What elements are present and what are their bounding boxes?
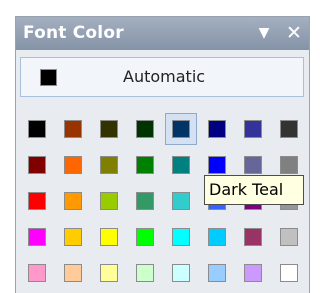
color-swatch bbox=[280, 120, 298, 138]
color-swatch bbox=[172, 228, 190, 246]
color-cell[interactable] bbox=[21, 113, 53, 145]
color-swatch bbox=[208, 156, 226, 174]
color-swatch bbox=[28, 192, 46, 210]
color-swatch bbox=[208, 228, 226, 246]
color-swatch bbox=[100, 192, 118, 210]
color-swatch bbox=[64, 156, 82, 174]
color-swatch bbox=[100, 156, 118, 174]
color-swatch bbox=[244, 120, 262, 138]
color-swatch bbox=[28, 228, 46, 246]
close-icon[interactable]: ✕ bbox=[282, 21, 306, 45]
color-cell[interactable] bbox=[237, 221, 269, 253]
color-cell[interactable] bbox=[21, 149, 53, 181]
color-swatch bbox=[136, 156, 154, 174]
color-swatch bbox=[172, 156, 190, 174]
color-cell[interactable] bbox=[273, 221, 305, 253]
color-swatch bbox=[28, 156, 46, 174]
font-color-panel: Font Color ▼ ✕ Automatic Dark Teal bbox=[15, 16, 310, 293]
automatic-label: Automatic bbox=[123, 67, 206, 86]
dropdown-arrow-icon[interactable]: ▼ bbox=[252, 21, 276, 45]
color-tooltip: Dark Teal bbox=[204, 175, 304, 205]
color-swatch bbox=[28, 120, 46, 138]
color-cell[interactable] bbox=[57, 221, 89, 253]
color-cell[interactable] bbox=[165, 257, 197, 289]
color-swatch bbox=[100, 120, 118, 138]
color-cell[interactable] bbox=[273, 257, 305, 289]
color-swatch bbox=[172, 120, 190, 138]
color-cell[interactable] bbox=[57, 185, 89, 217]
color-swatch bbox=[208, 120, 226, 138]
color-cell[interactable] bbox=[93, 221, 125, 253]
color-swatch bbox=[172, 192, 190, 210]
automatic-color-button[interactable]: Automatic bbox=[20, 57, 304, 97]
color-swatch bbox=[28, 264, 46, 282]
color-cell[interactable] bbox=[57, 257, 89, 289]
color-swatch bbox=[64, 264, 82, 282]
color-swatch bbox=[244, 228, 262, 246]
color-cell[interactable] bbox=[57, 149, 89, 181]
color-cell[interactable] bbox=[129, 257, 161, 289]
color-swatch bbox=[64, 192, 82, 210]
color-swatch bbox=[244, 156, 262, 174]
color-swatch bbox=[280, 156, 298, 174]
color-cell[interactable] bbox=[129, 149, 161, 181]
color-cell[interactable] bbox=[93, 185, 125, 217]
color-cell[interactable] bbox=[21, 257, 53, 289]
color-swatch bbox=[100, 264, 118, 282]
color-cell[interactable] bbox=[165, 221, 197, 253]
color-swatch bbox=[244, 264, 262, 282]
color-swatch bbox=[280, 228, 298, 246]
color-cell[interactable] bbox=[165, 113, 197, 145]
color-cell[interactable] bbox=[129, 185, 161, 217]
color-cell[interactable] bbox=[129, 113, 161, 145]
color-cell[interactable] bbox=[57, 113, 89, 145]
panel-title: Font Color bbox=[23, 23, 124, 43]
color-swatch bbox=[136, 228, 154, 246]
color-cell[interactable] bbox=[201, 113, 233, 145]
color-cell[interactable] bbox=[21, 185, 53, 217]
color-swatch bbox=[280, 264, 298, 282]
color-cell[interactable] bbox=[273, 113, 305, 145]
color-cell[interactable] bbox=[165, 185, 197, 217]
color-cell[interactable] bbox=[93, 149, 125, 181]
color-cell[interactable] bbox=[237, 257, 269, 289]
color-cell[interactable] bbox=[129, 221, 161, 253]
color-cell[interactable] bbox=[237, 113, 269, 145]
color-swatch bbox=[136, 120, 154, 138]
title-bar[interactable]: Font Color ▼ ✕ bbox=[16, 17, 309, 50]
color-swatch bbox=[136, 264, 154, 282]
color-swatch bbox=[136, 192, 154, 210]
color-cell[interactable] bbox=[201, 257, 233, 289]
color-swatch bbox=[100, 228, 118, 246]
color-cell[interactable] bbox=[201, 221, 233, 253]
color-cell[interactable] bbox=[93, 113, 125, 145]
color-cell[interactable] bbox=[21, 221, 53, 253]
color-swatch bbox=[208, 264, 226, 282]
automatic-color-swatch bbox=[40, 69, 57, 86]
color-cell[interactable] bbox=[93, 257, 125, 289]
color-cell[interactable] bbox=[165, 149, 197, 181]
color-swatch bbox=[172, 264, 190, 282]
color-swatch bbox=[64, 120, 82, 138]
color-swatch bbox=[64, 228, 82, 246]
